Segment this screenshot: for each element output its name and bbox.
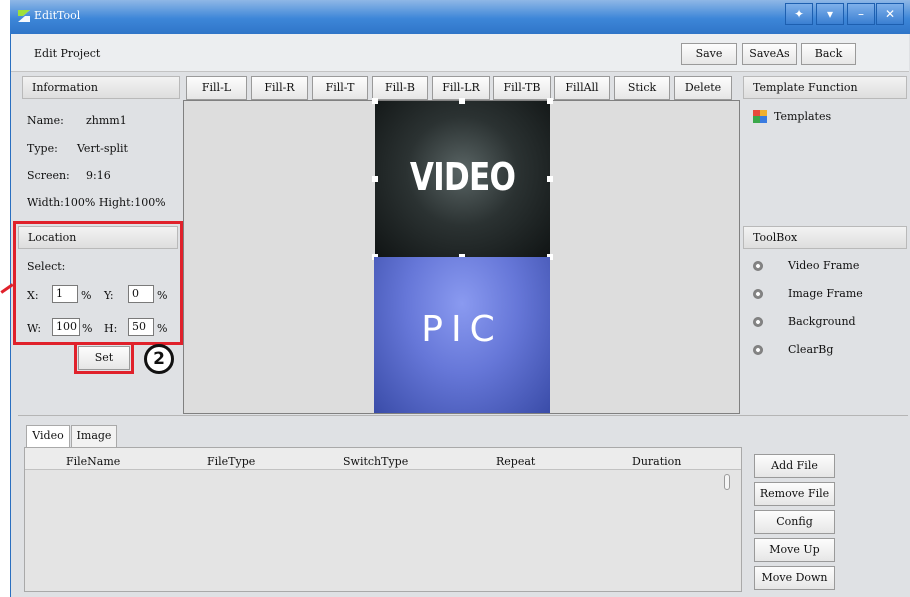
fill-tb-button[interactable]: Fill-TB (493, 76, 551, 100)
step-badge-2: 2 (144, 344, 174, 374)
fill-all-button[interactable]: FillAll (554, 76, 610, 100)
size-text: Width:100% Hight:100% (27, 196, 166, 209)
gear-icon (753, 317, 763, 327)
select-label: Select: (27, 260, 66, 273)
h-percent: % (157, 322, 168, 335)
title-bar (10, 0, 910, 34)
x-label: X: (27, 289, 39, 302)
fill-b-button[interactable]: Fill-B (372, 76, 428, 100)
delete-button[interactable]: Delete (674, 76, 732, 100)
config-button[interactable]: Config (754, 510, 835, 534)
fill-lr-button[interactable]: Fill-LR (432, 76, 490, 100)
minimize-icon[interactable]: – (847, 3, 875, 25)
x-percent: % (81, 289, 92, 302)
template-function-header: Template Function (743, 76, 907, 99)
gear-icon (753, 261, 763, 271)
column-switchtype: SwitchType (343, 455, 409, 468)
close-icon[interactable]: ✕ (876, 3, 904, 25)
w-input[interactable]: 100 (52, 318, 80, 336)
gear-icon (753, 345, 763, 355)
y-percent: % (157, 289, 168, 302)
tab-video[interactable]: Video (26, 425, 70, 447)
resize-handle[interactable] (547, 98, 553, 104)
section-divider (18, 415, 908, 416)
w-percent: % (82, 322, 93, 335)
w-label: W: (27, 322, 42, 335)
move-down-button[interactable]: Move Down (754, 566, 835, 590)
move-up-button[interactable]: Move Up (754, 538, 835, 562)
pin-icon[interactable]: ✦ (785, 3, 813, 25)
resize-handle[interactable] (372, 176, 378, 182)
toolbox-item-video-frame[interactable]: Video Frame (788, 259, 859, 272)
location-header: Location (18, 226, 178, 249)
save-as-button[interactable]: SaveAs (742, 43, 797, 65)
menu-dropdown-icon[interactable]: ▾ (816, 3, 844, 25)
toolbox-item-background[interactable]: Background (788, 315, 856, 328)
stick-button[interactable]: Stick (614, 76, 670, 100)
screen-label: Screen: (27, 169, 70, 182)
templates-icon (753, 110, 767, 123)
pic-label: PIC (421, 309, 503, 350)
set-button[interactable]: Set (78, 346, 130, 370)
remove-file-button[interactable]: Remove File (754, 482, 835, 506)
h-label: H: (104, 322, 118, 335)
type-label: Type: (27, 142, 58, 155)
h-input[interactable]: 50 (128, 318, 154, 336)
add-file-button[interactable]: Add File (754, 454, 835, 478)
toolbox-item-image-frame[interactable]: Image Frame (788, 287, 863, 300)
column-repeat: Repeat (496, 455, 536, 468)
resize-handle[interactable] (372, 98, 378, 104)
pic-frame[interactable]: PIC (374, 257, 550, 413)
name-label: Name: (27, 114, 64, 127)
column-duration: Duration (632, 455, 682, 468)
resize-handle[interactable] (459, 98, 465, 104)
fill-t-button[interactable]: Fill-T (312, 76, 368, 100)
tab-image[interactable]: Image (71, 425, 117, 447)
screen-value: 9:16 (86, 169, 111, 182)
toolbox-header: ToolBox (743, 226, 907, 249)
window-title: EditTool (34, 9, 81, 22)
x-input[interactable]: 1 (52, 285, 78, 303)
y-input[interactable]: 0 (128, 285, 154, 303)
toolbox-item-clearbg[interactable]: ClearBg (788, 343, 833, 356)
gear-icon (753, 289, 763, 299)
resize-handle[interactable] (547, 176, 553, 182)
templates-link[interactable]: Templates (774, 110, 831, 123)
fill-l-button[interactable]: Fill-L (186, 76, 247, 100)
y-label: Y: (104, 289, 114, 302)
page-title: Edit Project (34, 47, 101, 60)
video-label: VIDEO (409, 155, 516, 199)
scrollbar[interactable] (724, 474, 730, 490)
column-filename: FileName (66, 455, 121, 468)
video-frame[interactable]: VIDEO (372, 98, 553, 260)
name-value: zhmm1 (86, 114, 127, 127)
back-button[interactable]: Back (801, 43, 856, 65)
information-header: Information (22, 76, 180, 99)
app-logo-icon (18, 10, 30, 22)
column-filetype: FileType (207, 455, 256, 468)
type-value: Vert-split (77, 142, 128, 155)
fill-r-button[interactable]: Fill-R (251, 76, 308, 100)
save-button[interactable]: Save (681, 43, 737, 65)
